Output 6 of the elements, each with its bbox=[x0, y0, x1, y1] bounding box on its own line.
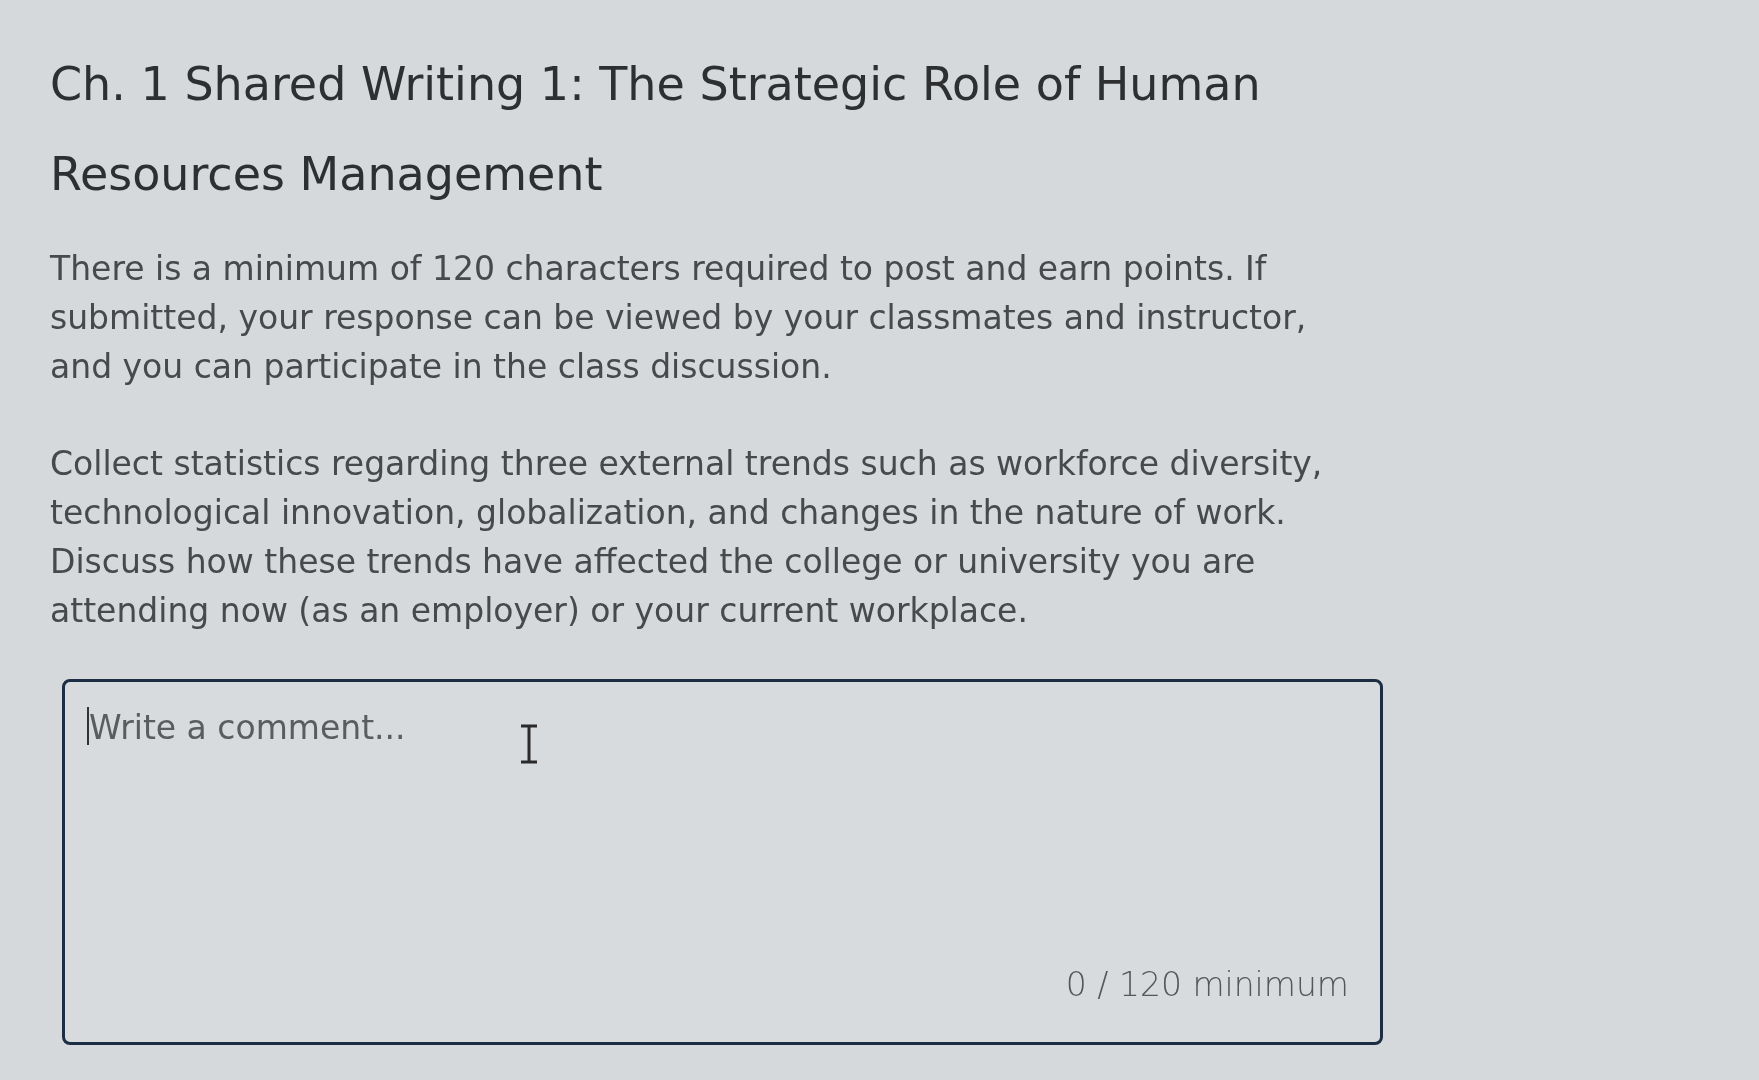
text-caret-icon bbox=[87, 707, 89, 745]
page-title: Ch. 1 Shared Writing 1: The Strategic Role of Human Resources Management bbox=[50, 56, 1262, 203]
character-counter: 0 / 120 minimum bbox=[1065, 964, 1349, 1006]
instructions-text: There is a minimum of 120 characters required to post and earn points. If submitted, your response can be viewed by your classmates and instructor, and you can participate in the class discussion. bbox=[50, 248, 1308, 388]
text-cursor-icon bbox=[518, 724, 540, 764]
instructions-text: Collect statistics regarding three external trends such as workforce diversity, technological innovation, globalization, and changes in the nature of work. Discuss how these trends have affected the college or university you are attending now (as an employer) or your current workplace. bbox=[50, 443, 1324, 632]
